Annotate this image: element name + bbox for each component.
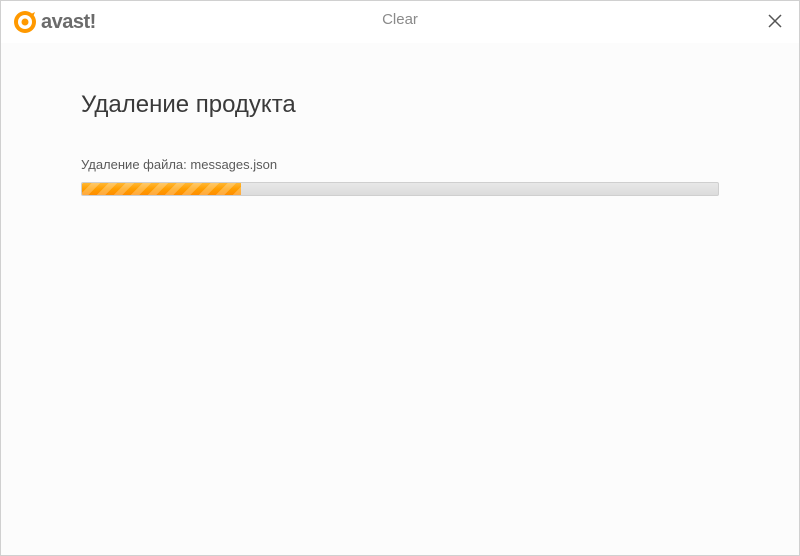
avast-logo-text: avast!: [41, 11, 96, 34]
status-text: Удаление файла: messages.json: [81, 157, 719, 172]
window-title: Clear: [382, 11, 418, 28]
title-bar: avast! Clear: [1, 1, 799, 43]
content-area: Удаление продукта Удаление файла: messag…: [1, 43, 799, 555]
avast-logo: avast!: [13, 10, 96, 34]
close-icon: [768, 14, 782, 28]
progress-fill: [82, 183, 241, 195]
avast-logo-icon: [13, 10, 37, 34]
page-title: Удаление продукта: [81, 91, 719, 119]
close-button[interactable]: [765, 11, 785, 31]
progress-bar: [81, 182, 719, 196]
